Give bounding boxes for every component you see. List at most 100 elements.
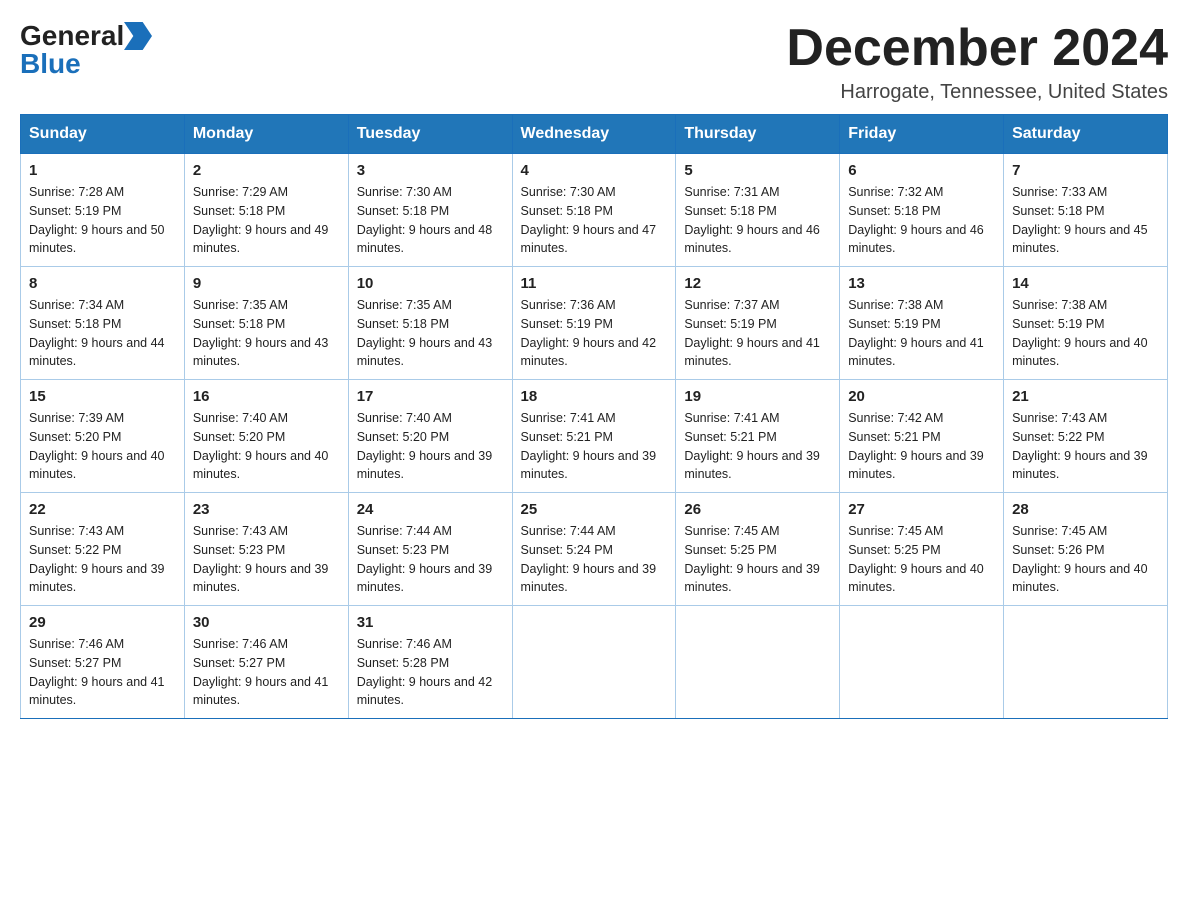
daylight-label: Daylight: 9 hours and 48 minutes. xyxy=(357,223,493,256)
calendar-day-cell: 19 Sunrise: 7:41 AM Sunset: 5:21 PM Dayl… xyxy=(676,380,840,493)
weekday-header-row: SundayMondayTuesdayWednesdayThursdayFrid… xyxy=(21,115,1168,154)
sunset-label: Sunset: 5:23 PM xyxy=(193,543,285,557)
sunset-label: Sunset: 5:21 PM xyxy=(521,430,613,444)
sunset-label: Sunset: 5:18 PM xyxy=(357,317,449,331)
sunrise-label: Sunrise: 7:36 AM xyxy=(521,298,616,312)
calendar-body: 1 Sunrise: 7:28 AM Sunset: 5:19 PM Dayli… xyxy=(21,154,1168,719)
sunset-label: Sunset: 5:27 PM xyxy=(29,656,121,670)
day-info: Sunrise: 7:42 AM Sunset: 5:21 PM Dayligh… xyxy=(848,409,995,484)
sunrise-label: Sunrise: 7:31 AM xyxy=(684,185,779,199)
calendar-day-cell: 8 Sunrise: 7:34 AM Sunset: 5:18 PM Dayli… xyxy=(21,267,185,380)
sunrise-label: Sunrise: 7:46 AM xyxy=(193,637,288,651)
sunrise-label: Sunrise: 7:35 AM xyxy=(357,298,452,312)
sunrise-label: Sunrise: 7:37 AM xyxy=(684,298,779,312)
sunset-label: Sunset: 5:19 PM xyxy=(29,204,121,218)
day-number: 13 xyxy=(848,275,995,292)
calendar-day-cell: 11 Sunrise: 7:36 AM Sunset: 5:19 PM Dayl… xyxy=(512,267,676,380)
calendar-day-cell xyxy=(512,606,676,719)
month-title: December 2024 xyxy=(786,20,1168,77)
day-info: Sunrise: 7:45 AM Sunset: 5:25 PM Dayligh… xyxy=(848,522,995,597)
day-info: Sunrise: 7:38 AM Sunset: 5:19 PM Dayligh… xyxy=(848,296,995,371)
day-number: 7 xyxy=(1012,162,1159,179)
calendar-day-cell: 28 Sunrise: 7:45 AM Sunset: 5:26 PM Dayl… xyxy=(1004,493,1168,606)
daylight-label: Daylight: 9 hours and 41 minutes. xyxy=(29,675,165,708)
calendar-day-cell: 16 Sunrise: 7:40 AM Sunset: 5:20 PM Dayl… xyxy=(184,380,348,493)
weekday-header-saturday: Saturday xyxy=(1004,115,1168,154)
day-number: 30 xyxy=(193,614,340,631)
day-info: Sunrise: 7:34 AM Sunset: 5:18 PM Dayligh… xyxy=(29,296,176,371)
daylight-label: Daylight: 9 hours and 39 minutes. xyxy=(357,449,493,482)
location-text: Harrogate, Tennessee, United States xyxy=(786,81,1168,104)
day-number: 11 xyxy=(521,275,668,292)
calendar-week-row: 1 Sunrise: 7:28 AM Sunset: 5:19 PM Dayli… xyxy=(21,154,1168,267)
day-number: 5 xyxy=(684,162,831,179)
daylight-label: Daylight: 9 hours and 42 minutes. xyxy=(357,675,493,708)
day-number: 10 xyxy=(357,275,504,292)
day-info: Sunrise: 7:37 AM Sunset: 5:19 PM Dayligh… xyxy=(684,296,831,371)
day-info: Sunrise: 7:28 AM Sunset: 5:19 PM Dayligh… xyxy=(29,183,176,258)
day-number: 9 xyxy=(193,275,340,292)
day-info: Sunrise: 7:30 AM Sunset: 5:18 PM Dayligh… xyxy=(521,183,668,258)
daylight-label: Daylight: 9 hours and 41 minutes. xyxy=(193,675,329,708)
day-number: 2 xyxy=(193,162,340,179)
day-number: 25 xyxy=(521,501,668,518)
day-number: 3 xyxy=(357,162,504,179)
calendar-day-cell: 23 Sunrise: 7:43 AM Sunset: 5:23 PM Dayl… xyxy=(184,493,348,606)
day-number: 18 xyxy=(521,388,668,405)
weekday-header-wednesday: Wednesday xyxy=(512,115,676,154)
daylight-label: Daylight: 9 hours and 39 minutes. xyxy=(29,562,165,595)
sunset-label: Sunset: 5:18 PM xyxy=(684,204,776,218)
calendar-day-cell: 7 Sunrise: 7:33 AM Sunset: 5:18 PM Dayli… xyxy=(1004,154,1168,267)
sunset-label: Sunset: 5:20 PM xyxy=(357,430,449,444)
day-number: 23 xyxy=(193,501,340,518)
sunset-label: Sunset: 5:18 PM xyxy=(1012,204,1104,218)
daylight-label: Daylight: 9 hours and 43 minutes. xyxy=(357,336,493,369)
sunrise-label: Sunrise: 7:41 AM xyxy=(521,411,616,425)
weekday-header-friday: Friday xyxy=(840,115,1004,154)
calendar-day-cell: 1 Sunrise: 7:28 AM Sunset: 5:19 PM Dayli… xyxy=(21,154,185,267)
calendar-day-cell: 22 Sunrise: 7:43 AM Sunset: 5:22 PM Dayl… xyxy=(21,493,185,606)
daylight-label: Daylight: 9 hours and 50 minutes. xyxy=(29,223,165,256)
sunrise-label: Sunrise: 7:43 AM xyxy=(1012,411,1107,425)
logo-blue-text: Blue xyxy=(20,48,81,80)
sunset-label: Sunset: 5:18 PM xyxy=(193,204,285,218)
daylight-label: Daylight: 9 hours and 39 minutes. xyxy=(1012,449,1148,482)
sunrise-label: Sunrise: 7:30 AM xyxy=(357,185,452,199)
day-info: Sunrise: 7:43 AM Sunset: 5:22 PM Dayligh… xyxy=(1012,409,1159,484)
calendar-day-cell: 13 Sunrise: 7:38 AM Sunset: 5:19 PM Dayl… xyxy=(840,267,1004,380)
day-number: 20 xyxy=(848,388,995,405)
sunrise-label: Sunrise: 7:29 AM xyxy=(193,185,288,199)
sunrise-label: Sunrise: 7:40 AM xyxy=(193,411,288,425)
daylight-label: Daylight: 9 hours and 43 minutes. xyxy=(193,336,329,369)
daylight-label: Daylight: 9 hours and 44 minutes. xyxy=(29,336,165,369)
calendar-day-cell: 5 Sunrise: 7:31 AM Sunset: 5:18 PM Dayli… xyxy=(676,154,840,267)
weekday-header-thursday: Thursday xyxy=(676,115,840,154)
sunrise-label: Sunrise: 7:43 AM xyxy=(29,524,124,538)
day-info: Sunrise: 7:40 AM Sunset: 5:20 PM Dayligh… xyxy=(357,409,504,484)
sunrise-label: Sunrise: 7:45 AM xyxy=(684,524,779,538)
calendar-table: SundayMondayTuesdayWednesdayThursdayFrid… xyxy=(20,114,1168,719)
title-section: December 2024 Harrogate, Tennessee, Unit… xyxy=(786,20,1168,104)
day-number: 24 xyxy=(357,501,504,518)
day-info: Sunrise: 7:45 AM Sunset: 5:25 PM Dayligh… xyxy=(684,522,831,597)
sunset-label: Sunset: 5:18 PM xyxy=(29,317,121,331)
day-number: 8 xyxy=(29,275,176,292)
weekday-header-sunday: Sunday xyxy=(21,115,185,154)
sunrise-label: Sunrise: 7:38 AM xyxy=(1012,298,1107,312)
day-info: Sunrise: 7:41 AM Sunset: 5:21 PM Dayligh… xyxy=(521,409,668,484)
day-info: Sunrise: 7:36 AM Sunset: 5:19 PM Dayligh… xyxy=(521,296,668,371)
sunset-label: Sunset: 5:21 PM xyxy=(848,430,940,444)
day-number: 15 xyxy=(29,388,176,405)
daylight-label: Daylight: 9 hours and 41 minutes. xyxy=(848,336,984,369)
day-info: Sunrise: 7:43 AM Sunset: 5:23 PM Dayligh… xyxy=(193,522,340,597)
sunrise-label: Sunrise: 7:45 AM xyxy=(1012,524,1107,538)
sunset-label: Sunset: 5:19 PM xyxy=(684,317,776,331)
sunset-label: Sunset: 5:28 PM xyxy=(357,656,449,670)
day-number: 4 xyxy=(521,162,668,179)
day-number: 22 xyxy=(29,501,176,518)
calendar-day-cell: 27 Sunrise: 7:45 AM Sunset: 5:25 PM Dayl… xyxy=(840,493,1004,606)
day-info: Sunrise: 7:30 AM Sunset: 5:18 PM Dayligh… xyxy=(357,183,504,258)
sunrise-label: Sunrise: 7:42 AM xyxy=(848,411,943,425)
sunrise-label: Sunrise: 7:43 AM xyxy=(193,524,288,538)
calendar-day-cell: 31 Sunrise: 7:46 AM Sunset: 5:28 PM Dayl… xyxy=(348,606,512,719)
